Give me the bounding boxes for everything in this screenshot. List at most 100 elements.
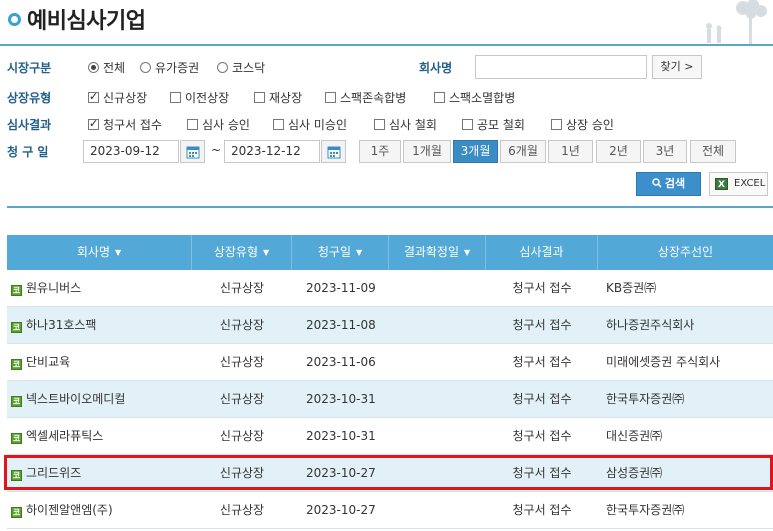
company-search-input[interactable] xyxy=(475,55,647,79)
date-range-separator: ~ xyxy=(211,143,222,157)
review-result-rejected[interactable]: 심사 미승인 xyxy=(273,116,347,133)
table-row[interactable]: 코 원유니버스 신규상장 2023-11-09 청구서 접수 KB증권㈜ xyxy=(7,270,773,307)
date-from-input[interactable]: 2023-09-12 xyxy=(83,140,179,163)
checkbox-label: 이전상장 xyxy=(185,91,230,105)
checkbox-icon[interactable] xyxy=(273,119,284,130)
table-row[interactable]: 코 넥스트바이오메디컬 신규상장 2023-10-31 청구서 접수 한국투자증권… xyxy=(7,381,773,418)
listing-type-spac-surviving[interactable]: 스팩존속합병 xyxy=(325,89,406,106)
review-result-cell: 청구서 접수 xyxy=(512,392,572,406)
table-row[interactable]: 코 하이젠알앤엠(주) 신규상장 2023-10-27 청구서 접수 한국투자증권… xyxy=(7,492,773,529)
preliminary-review-table: 회사명 ▼ 상장유형 ▼ 청구일 ▼ 결과확정일 ▼ 심사결과 상장주선인 코 원유니버스… xyxy=(7,235,773,529)
confirm-date-cell xyxy=(389,270,486,306)
excel-icon xyxy=(715,174,728,196)
listing-type-new[interactable]: 신규상장 xyxy=(88,89,147,106)
period-1w-button[interactable]: 1주 xyxy=(359,140,401,163)
column-header-label: 결과확정일 xyxy=(403,245,460,259)
period-1y-button[interactable]: 1년 xyxy=(548,140,593,163)
period-all-button[interactable]: 전체 xyxy=(690,140,736,163)
company-cell[interactable]: 코 하이젠알앤엠(주) xyxy=(7,492,192,528)
checkbox-icon[interactable] xyxy=(551,119,562,130)
table-row[interactable]: 코 엑셀세라퓨틱스 신규상장 2023-10-31 청구서 접수 대신증권㈜ xyxy=(7,418,773,455)
company-cell[interactable]: 코 원유니버스 xyxy=(7,270,192,306)
checkbox-checked-icon[interactable] xyxy=(88,117,99,130)
radio-icon[interactable] xyxy=(217,62,228,73)
confirm-date-cell xyxy=(389,307,486,343)
section-divider xyxy=(7,206,773,208)
checkbox-icon[interactable] xyxy=(462,119,473,130)
review-result-cell: 청구서 접수 xyxy=(512,429,572,443)
checkbox-icon[interactable] xyxy=(170,92,181,103)
column-header-company[interactable]: 회사명 ▼ xyxy=(7,235,192,270)
company-cell[interactable]: 코 그리드위즈 xyxy=(7,455,192,491)
listing-type-cell: 신규상장 xyxy=(219,503,265,517)
search-button-label: 검색 xyxy=(664,177,686,190)
radio-icon[interactable] xyxy=(140,62,151,73)
review-result-cell: 청구서 접수 xyxy=(512,355,572,369)
review-result-received[interactable]: 청구서 접수 xyxy=(88,116,162,133)
market-option-label: 유가증권 xyxy=(155,61,200,75)
company-cell[interactable]: 코 엑셀세라퓨틱스 xyxy=(7,418,192,454)
column-header-review-result: 심사결과 xyxy=(486,235,598,270)
tree-family-illustration-icon xyxy=(706,0,767,44)
column-header-label: 상장주선인 xyxy=(657,245,714,259)
checkbox-icon[interactable] xyxy=(374,119,385,130)
checkbox-label: 스팩소멸합병 xyxy=(449,91,516,105)
column-header-request-date[interactable]: 청구일 ▼ xyxy=(292,235,389,270)
period-3m-button[interactable]: 3개월 xyxy=(453,140,498,163)
listing-type-spac-dissolving[interactable]: 스팩소멸합병 xyxy=(434,89,515,106)
period-6m-button[interactable]: 6개월 xyxy=(500,140,546,163)
column-header-label: 심사결과 xyxy=(519,245,564,259)
excel-download-button[interactable]: EXCEL xyxy=(709,172,768,196)
radio-selected-icon[interactable] xyxy=(88,62,99,73)
company-name-link[interactable]: 하이젠알앤엠(주) xyxy=(26,503,113,517)
company-name-link[interactable]: 원유니버스 xyxy=(26,281,81,295)
underwriter-cell: 한국투자증권㈜ xyxy=(606,503,685,517)
calendar-icon xyxy=(327,146,341,159)
company-name-link[interactable]: 하나31호스팩 xyxy=(26,318,96,332)
column-header-confirm-date[interactable]: 결과확정일 ▼ xyxy=(389,235,486,270)
period-3y-button[interactable]: 3년 xyxy=(643,140,687,163)
table-row[interactable]: 코 하나31호스팩 신규상장 2023-11-08 청구서 접수 하나증권주식회사 xyxy=(7,307,773,344)
market-option-label: 전체 xyxy=(103,61,126,75)
date-to-calendar-button[interactable] xyxy=(321,140,346,163)
listing-type-filter-row: 상장유형 신규상장 이전상장 재상장 스팩존속합병 스팩소멸합병 xyxy=(0,83,773,111)
company-cell[interactable]: 코 넥스트바이오메디컬 xyxy=(7,381,192,417)
listing-type-transfer[interactable]: 이전상장 xyxy=(170,89,229,106)
company-name-link[interactable]: 넥스트바이오메디컬 xyxy=(26,392,125,406)
column-header-label: 청구일 xyxy=(317,245,351,259)
checkbox-icon[interactable] xyxy=(434,92,445,103)
company-name-link[interactable]: 단비교육 xyxy=(26,355,70,369)
review-result-withdrawn[interactable]: 심사 철회 xyxy=(374,116,437,133)
period-1m-button[interactable]: 1개월 xyxy=(403,140,451,163)
checkbox-icon[interactable] xyxy=(325,92,336,103)
date-from-calendar-button[interactable] xyxy=(180,140,205,163)
request-date-label: 청 구 일 xyxy=(7,145,49,159)
company-cell[interactable]: 코 단비교육 xyxy=(7,344,192,380)
market-radio-all[interactable]: 전체 xyxy=(88,59,125,76)
review-result-offering-withdrawn[interactable]: 공모 철회 xyxy=(462,116,525,133)
market-label: 시장구분 xyxy=(7,61,52,75)
table-row[interactable]: 코 단비교육 신규상장 2023-11-06 청구서 접수 미래에셋증권 주식회사 xyxy=(7,344,773,381)
request-date-cell: 2023-10-27 xyxy=(306,503,376,517)
checkbox-icon[interactable] xyxy=(254,92,265,103)
table-row[interactable]: 코 그리드위즈 신규상장 2023-10-27 청구서 접수 삼성증권㈜ xyxy=(7,455,773,492)
checkbox-checked-icon[interactable] xyxy=(88,90,99,103)
checkbox-label: 심사 승인 xyxy=(202,118,250,132)
column-header-listing-type[interactable]: 상장유형 ▼ xyxy=(192,235,292,270)
company-name-link[interactable]: 엑셀세라퓨틱스 xyxy=(26,429,103,443)
market-radio-kospi[interactable]: 유가증권 xyxy=(140,59,199,76)
market-radio-kosdaq[interactable]: 코스닥 xyxy=(217,59,265,76)
company-name-link[interactable]: 그리드위즈 xyxy=(26,466,81,480)
market-filter-row: 시장구분 전체 유가증권 코스닥 회사명 찾기 > xyxy=(0,53,773,81)
review-result-approved[interactable]: 심사 승인 xyxy=(187,116,250,133)
date-to-input[interactable]: 2023-12-12 xyxy=(224,140,320,163)
company-cell[interactable]: 코 하나31호스팩 xyxy=(7,307,192,343)
checkbox-icon[interactable] xyxy=(187,119,198,130)
excel-button-label: EXCEL xyxy=(734,178,766,189)
period-2y-button[interactable]: 2년 xyxy=(596,140,641,163)
search-button[interactable]: 검색 xyxy=(636,172,701,196)
review-result-listing-approved[interactable]: 상장 승인 xyxy=(551,116,614,133)
table-header: 회사명 ▼ 상장유형 ▼ 청구일 ▼ 결과확정일 ▼ 심사결과 상장주선인 xyxy=(7,235,773,270)
listing-type-relisting[interactable]: 재상장 xyxy=(254,89,302,106)
find-company-button[interactable]: 찾기 > xyxy=(652,55,702,79)
